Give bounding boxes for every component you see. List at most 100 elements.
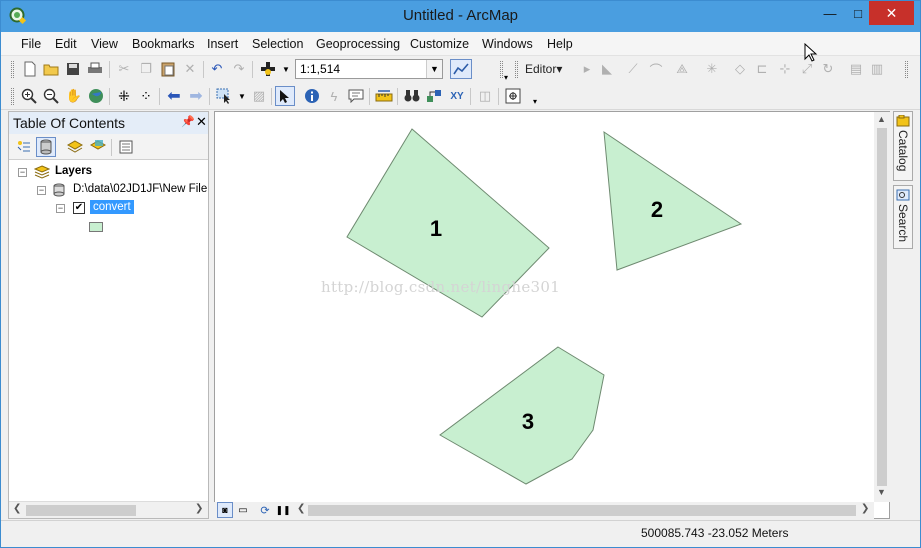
print-icon[interactable] (86, 60, 104, 78)
menu-edit[interactable]: Edit (55, 37, 77, 51)
scroll-up-icon[interactable]: ▲ (877, 114, 886, 124)
go-to-xy-icon[interactable]: XY (448, 87, 466, 105)
maximize-button[interactable]: □ (844, 1, 872, 25)
toolbar-grip[interactable] (11, 61, 14, 78)
menu-selection[interactable]: Selection (252, 37, 303, 51)
scroll-right-icon[interactable]: ❯ (861, 503, 869, 514)
attributes-icon[interactable]: ▤ (847, 60, 865, 78)
straight-segment-icon[interactable]: ⟋ (624, 60, 642, 78)
data-view-icon[interactable]: ◙ (217, 502, 233, 518)
scroll-right-icon[interactable]: ❯ (195, 503, 203, 514)
fixed-zoom-in-icon[interactable]: ⁜ (115, 87, 133, 105)
redo-icon[interactable]: ↷ (230, 60, 248, 78)
forward-extent-icon[interactable]: ➡ (187, 87, 205, 105)
map-scale-combobox[interactable]: 1:1,514 ▼ (295, 59, 443, 79)
pause-drawing-icon[interactable]: ❚❚ (275, 502, 291, 518)
copy-icon[interactable]: ❐ (137, 60, 155, 78)
identify-icon[interactable] (303, 87, 321, 105)
scroll-left-icon[interactable]: ❮ (297, 503, 305, 514)
menu-file[interactable]: File (21, 37, 41, 51)
close-icon[interactable]: ✕ (196, 114, 207, 130)
editor-menu[interactable]: Editor▾ (525, 62, 562, 76)
map-vertical-scrollbar[interactable]: ▲ ▼ (874, 112, 890, 502)
minimize-button[interactable]: — (816, 1, 844, 25)
add-data-dropdown-icon[interactable]: ▼ (277, 60, 295, 78)
zoom-out-icon[interactable] (42, 87, 60, 105)
end-point-arc-icon[interactable]: ⌒ (647, 60, 665, 78)
list-by-selection-icon[interactable] (89, 138, 107, 156)
undo-icon[interactable]: ↶ (208, 60, 226, 78)
list-by-drawing-order-icon[interactable] (15, 138, 33, 156)
menu-bookmarks[interactable]: Bookmarks (132, 37, 195, 51)
paste-icon[interactable] (159, 60, 177, 78)
tree-row-layers[interactable]: − Layers (9, 163, 208, 181)
menu-view[interactable]: View (91, 37, 118, 51)
cut-icon[interactable]: ✂ (115, 60, 133, 78)
menu-geoprocessing[interactable]: Geoprocessing (316, 37, 400, 51)
select-features-icon[interactable] (215, 87, 233, 105)
pan-hand-icon[interactable]: ✋ (65, 87, 83, 105)
reshape-feature-icon[interactable]: ⊏ (753, 60, 771, 78)
pin-icon[interactable]: 📌 (181, 115, 195, 128)
scrollbar-thumb[interactable] (308, 505, 856, 516)
scrollbar-thumb[interactable] (877, 128, 887, 486)
menu-customize[interactable]: Customize (410, 37, 469, 51)
list-by-visibility-icon[interactable] (66, 138, 84, 156)
sketch-properties-icon[interactable]: ▥ (868, 60, 886, 78)
zoom-in-icon[interactable] (20, 87, 38, 105)
scroll-left-icon[interactable]: ❮ (13, 503, 21, 514)
catalog-tab[interactable]: Catalog (893, 111, 913, 181)
measure-icon[interactable] (375, 87, 393, 105)
back-extent-icon[interactable]: ⬅ (165, 87, 183, 105)
cut-polygons-icon[interactable]: ⊹ (776, 60, 794, 78)
open-folder-icon[interactable] (42, 60, 60, 78)
hyperlink-icon[interactable]: ϟ (325, 87, 343, 105)
menu-windows[interactable]: Windows (482, 37, 533, 51)
edit-annotation-icon[interactable]: ◣ (598, 60, 616, 78)
select-elements-arrow-icon[interactable] (275, 86, 295, 106)
layer-symbol-swatch[interactable] (89, 222, 103, 232)
toolbar-grip[interactable] (11, 88, 14, 105)
layer-name-label[interactable]: convert (90, 200, 134, 214)
refresh-view-icon[interactable]: ⟳ (257, 502, 273, 518)
find-binoculars-icon[interactable] (403, 87, 421, 105)
time-slider-icon[interactable]: ◫ (476, 87, 494, 105)
map-display[interactable]: 1 2 3 http://blog.csdn.net/linghe301 (214, 111, 890, 519)
create-viewer-window-icon[interactable] (504, 87, 522, 105)
tree-row-layer-convert[interactable]: − ✔ convert (9, 199, 208, 217)
toc-horizontal-scrollbar[interactable]: ❮ ❯ (9, 501, 208, 518)
chevron-down-icon[interactable]: ▼ (426, 60, 442, 78)
editor-toolbar-toggle-icon[interactable] (450, 59, 472, 79)
layout-view-icon[interactable]: ▭ (235, 502, 251, 518)
toc-options-icon[interactable] (117, 138, 135, 156)
tree-row-data-source[interactable]: − D:\data\02JD1JF\New File (9, 181, 208, 199)
list-by-source-icon[interactable] (36, 137, 56, 157)
polygon-feature-2[interactable] (603, 130, 743, 271)
add-data-icon[interactable] (259, 60, 277, 78)
toolbar-grip[interactable] (515, 61, 518, 78)
map-horizontal-scrollbar[interactable]: ❮ ❯ (294, 502, 874, 519)
clear-selection-icon[interactable]: ▨ (250, 87, 268, 105)
edit-vertices-icon[interactable]: ◇ (731, 60, 749, 78)
scroll-down-icon[interactable]: ▼ (877, 487, 886, 497)
toolbar-grip[interactable] (905, 61, 908, 78)
toolbar-overflow-icon[interactable]: ▾ (526, 92, 544, 110)
save-icon[interactable] (64, 60, 82, 78)
full-extent-globe-icon[interactable] (87, 87, 105, 105)
find-route-icon[interactable] (425, 87, 443, 105)
collapse-icon[interactable]: − (56, 204, 65, 213)
select-features-dropdown-icon[interactable]: ▼ (233, 87, 251, 105)
layer-visibility-checkbox[interactable]: ✔ (73, 202, 85, 214)
delete-icon[interactable]: ✕ (181, 60, 199, 78)
collapse-icon[interactable]: − (18, 168, 27, 177)
rotate-tool-icon[interactable]: ↻ (819, 60, 837, 78)
new-document-icon[interactable] (21, 60, 39, 78)
edit-tool-icon[interactable]: ▸ (578, 60, 596, 78)
point-icon[interactable]: ✳ (703, 60, 721, 78)
close-button[interactable]: ✕ (869, 1, 914, 25)
map-canvas[interactable]: 1 2 3 (215, 112, 890, 519)
menu-help[interactable]: Help (547, 37, 573, 51)
menu-insert[interactable]: Insert (207, 37, 238, 51)
collapse-icon[interactable]: − (37, 186, 46, 195)
search-tab[interactable]: Search (893, 185, 913, 249)
